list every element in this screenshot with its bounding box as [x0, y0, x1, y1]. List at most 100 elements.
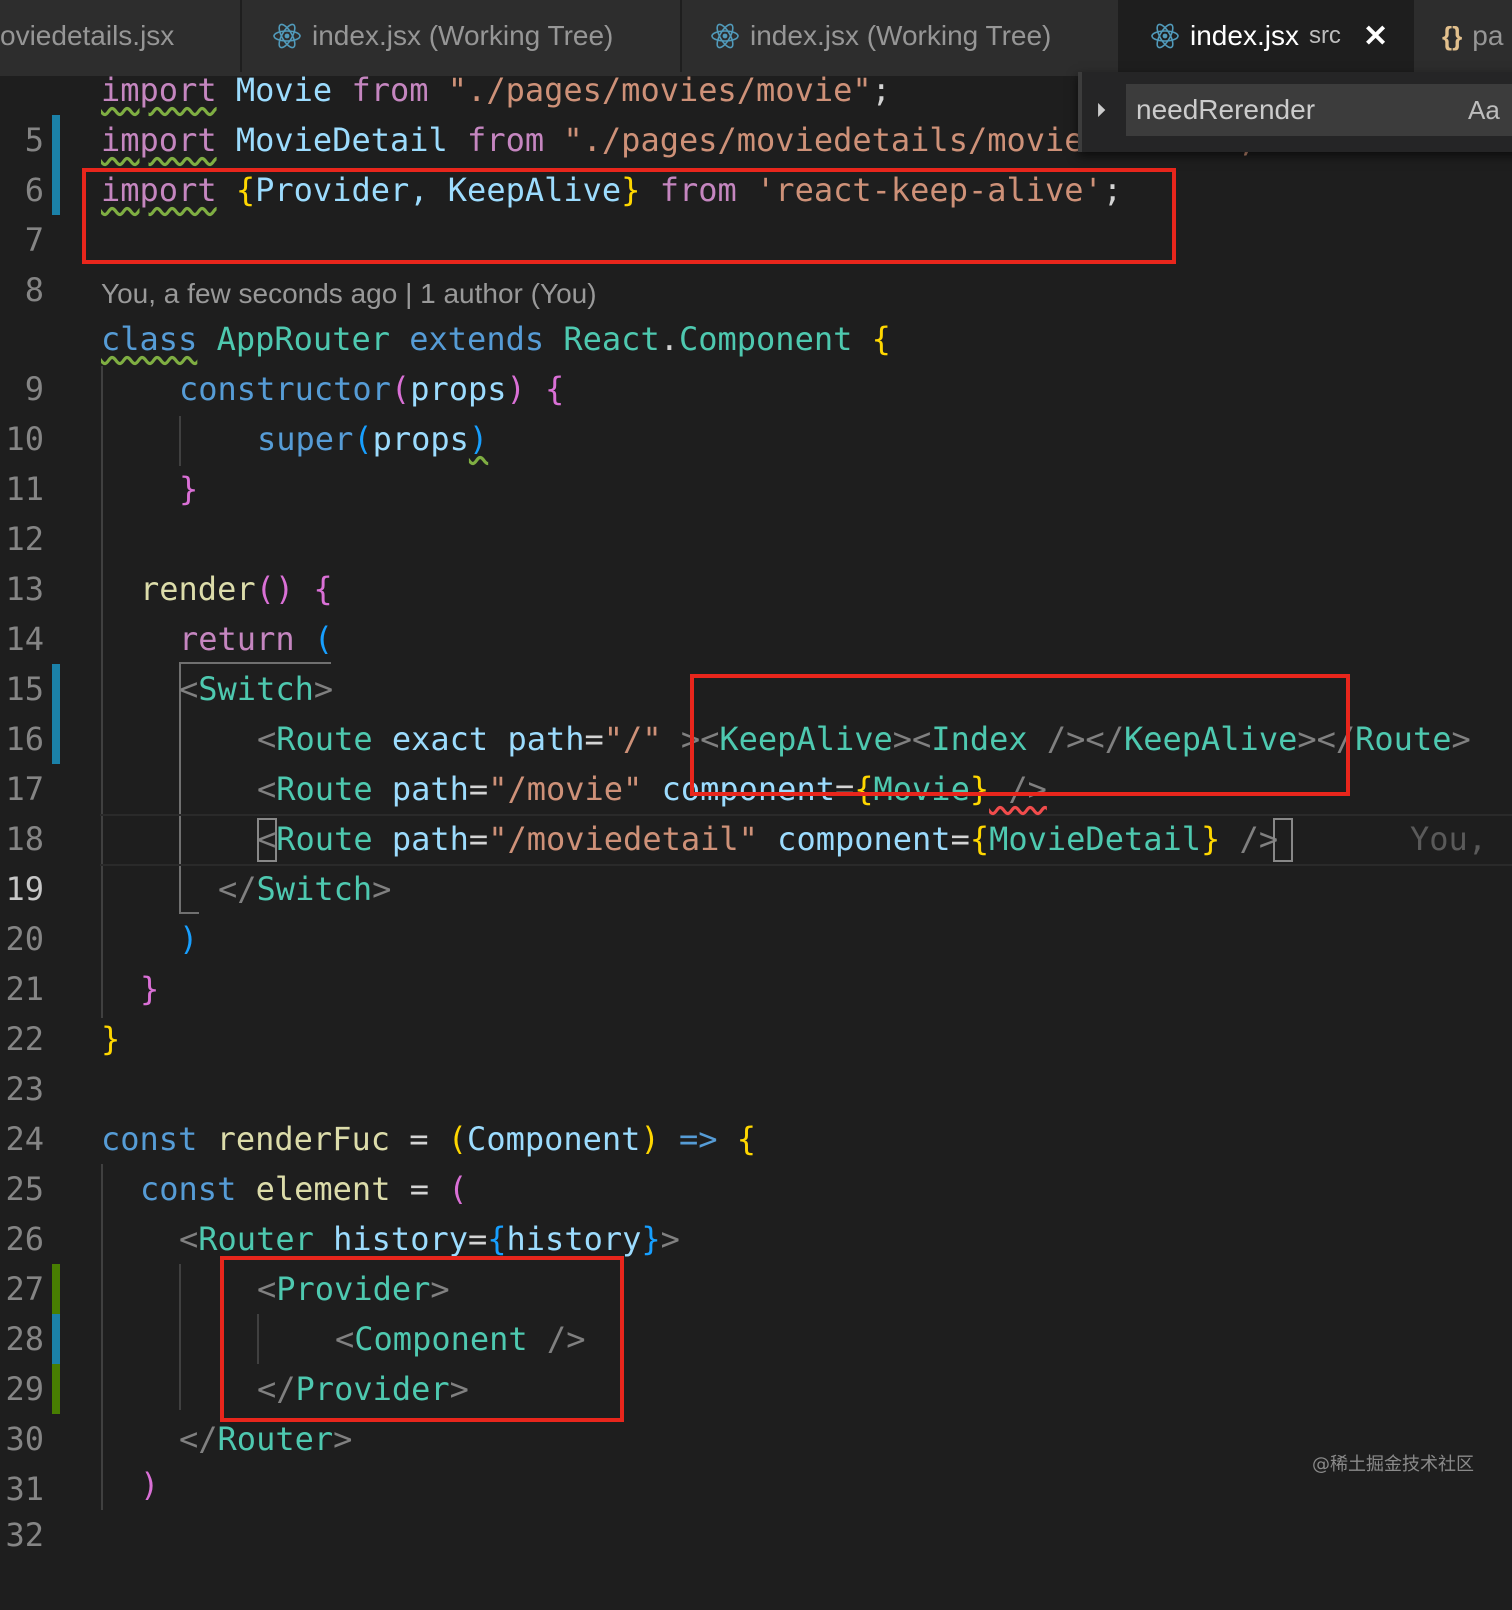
code-token: >: [892, 720, 913, 758]
code-token: }: [641, 1220, 661, 1258]
code-line-32[interactable]: 32 ): [0, 1460, 1512, 1554]
code-token: </: [257, 1370, 296, 1408]
code-content: <Route exact path="/" ><KeepAlive><Index…: [257, 714, 1471, 764]
code-token: <: [179, 670, 199, 708]
tab-index-src[interactable]: index.jsx src ✕: [1120, 0, 1414, 72]
code-content: <Provider>: [257, 1264, 450, 1314]
code-content: <Component />: [335, 1314, 585, 1364]
tab-label: index.jsx: [1190, 20, 1299, 51]
code-token: {: [969, 820, 990, 858]
code-line-22[interactable]: 22 }: [0, 964, 1512, 1058]
toggle-replace-icon[interactable]: ⏵: [1096, 100, 1106, 123]
code-token: />: [989, 770, 1047, 808]
code-line-9[interactable]: 9 class AppRouter extends React.Componen…: [0, 314, 1512, 408]
code-line-21[interactable]: 21 ): [0, 914, 1512, 1008]
code-token: const: [101, 1120, 198, 1158]
code-token: }: [1201, 820, 1221, 858]
code-token: "/": [603, 720, 662, 758]
code-token: }: [179, 470, 199, 508]
code-token: "./pages/movies/movie": [428, 71, 872, 109]
code-line-13[interactable]: 13: [0, 514, 1512, 608]
code-line-16[interactable]: 16 <Switch>: [0, 664, 1512, 758]
code-token: <: [179, 1220, 199, 1258]
tab-label: oviedetails.jsx: [0, 20, 175, 51]
code-token: (: [390, 370, 411, 408]
code-token: =: [468, 770, 489, 808]
code-content: <Route path="/movie" component={Movie} /…: [257, 764, 1047, 814]
watermark: @稀土掘金技术社区: [1312, 1454, 1474, 1475]
tab-moviedetails[interactable]: oviedetails.jsx: [0, 0, 242, 72]
code-token: super: [257, 420, 354, 458]
code-token: extends: [389, 320, 564, 358]
code-line-27[interactable]: 27 <Router history={history}>: [0, 1214, 1512, 1308]
code-token: =: [584, 720, 604, 758]
code-token: Provider, KeepAlive: [255, 171, 622, 209]
code-line-14[interactable]: 14 render() {: [0, 564, 1512, 658]
code-line-23[interactable]: 23 }: [0, 1014, 1512, 1108]
code-line-12[interactable]: 12 }: [0, 464, 1512, 558]
tab-index-working-tree-2[interactable]: index.jsx (Working Tree): [682, 0, 1120, 72]
match-case-toggle[interactable]: Aa: [1468, 84, 1500, 136]
code-line-7[interactable]: 7 import {Provider, KeepAlive} from 'rea…: [0, 165, 1512, 259]
code-content: const renderFuc = (Component) => {: [101, 1114, 756, 1164]
code-token: }: [969, 770, 990, 808]
code-content: return (: [179, 614, 333, 664]
tab-index-working-tree-1[interactable]: index.jsx (Working Tree): [242, 0, 682, 72]
code-token: {: [487, 1220, 507, 1258]
code-line-25[interactable]: 25 const renderFuc = (Component) => {: [0, 1114, 1512, 1208]
tab-path-suffix: src: [1308, 22, 1341, 49]
code-token: Switch: [198, 670, 314, 708]
code-token: ): [506, 370, 526, 408]
code-token: >: [1297, 720, 1317, 758]
code-line-11[interactable]: 11 super(props): [0, 414, 1512, 508]
code-token: Movie: [216, 71, 352, 109]
code-token: =: [467, 1220, 488, 1258]
code-token: Component: [354, 1320, 528, 1358]
code-line-8[interactable]: 8: [0, 215, 1512, 309]
git-modified-gutter: [52, 664, 60, 714]
code-token: (: [353, 420, 373, 458]
code-token: from: [640, 171, 757, 209]
code-token: element: [236, 1170, 410, 1208]
tab-label: index.jsx (Working Tree): [750, 20, 1052, 51]
find-input[interactable]: needRerender: [1126, 84, 1512, 136]
code-line-17[interactable]: 17 <Route exact path="/" ><KeepAlive><In…: [0, 714, 1512, 808]
close-icon[interactable]: ✕: [1363, 19, 1388, 54]
code-token: />: [1220, 820, 1279, 858]
code-token: "./pages/moviedetails/movi: [544, 121, 1065, 159]
code-token: }: [101, 1020, 121, 1058]
code-token: history: [506, 1220, 642, 1258]
code-token: constructor: [179, 370, 391, 408]
code-content: </Provider>: [257, 1364, 469, 1414]
code-token: </: [1316, 720, 1356, 758]
code-token: <: [257, 1270, 277, 1308]
code-token: import: [101, 171, 217, 209]
code-line-15[interactable]: 15 return (: [0, 614, 1512, 708]
code-content: <Switch>: [179, 664, 333, 714]
code-line-26[interactable]: 26 const element = (: [0, 1164, 1512, 1258]
code-line-18[interactable]: 18 <Route path="/movie" component={Movie…: [0, 764, 1512, 858]
code-line-30[interactable]: 30 </Provider>: [0, 1364, 1512, 1458]
code-line-24[interactable]: 24: [0, 1064, 1512, 1158]
tab-package-json[interactable]: {} pa: [1414, 0, 1512, 72]
code-line-10[interactable]: 10 constructor(props) {: [0, 364, 1512, 458]
code-content: ): [140, 1460, 159, 1510]
code-token: ): [140, 1466, 160, 1504]
code-token: return: [179, 620, 295, 658]
code-token: path: [488, 720, 585, 758]
code-token: </: [179, 1420, 218, 1458]
code-token: ): [179, 920, 199, 958]
line-number: 32: [5, 1516, 44, 1554]
code-token: Index: [931, 720, 1028, 758]
line-number: 8: [24, 271, 44, 309]
code-token: </: [218, 870, 257, 908]
code-token: }: [140, 970, 160, 1008]
code-line-28[interactable]: 28 <Provider>: [0, 1264, 1512, 1358]
code-token: <: [335, 1320, 355, 1358]
code-line-31[interactable]: 31 </Router>: [0, 1414, 1512, 1508]
code-line-20[interactable]: 20 </Switch>: [0, 864, 1512, 958]
code-line-29[interactable]: 29 <Component />: [0, 1314, 1512, 1408]
code-token: (: [294, 620, 334, 658]
bracket-match-highlight: [1273, 818, 1293, 862]
codelens-blame[interactable]: You, a few seconds ago | 1 author (You): [101, 272, 597, 316]
